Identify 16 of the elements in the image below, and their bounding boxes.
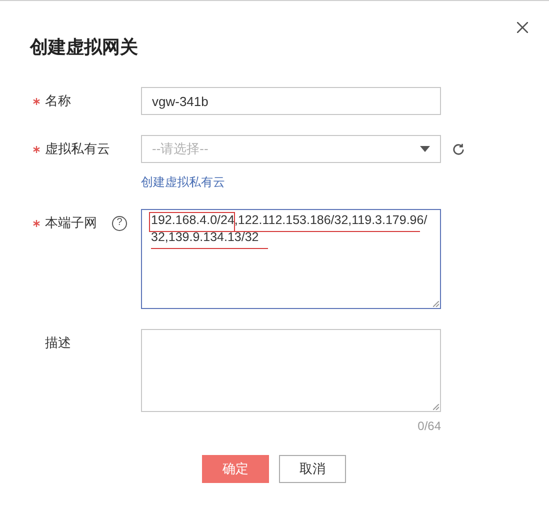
resize-handle-icon (433, 404, 439, 410)
refresh-icon[interactable] (452, 142, 465, 156)
create-vpc-link[interactable]: 创建虚拟私有云 (141, 173, 225, 191)
field-label: 虚拟私有云 (45, 140, 110, 158)
field-label: 本端子网 (45, 214, 97, 232)
help-icon[interactable]: ? (112, 216, 127, 230)
name-field[interactable]: vgw-341b (141, 87, 441, 115)
character-counter: 0/64 (416, 418, 441, 435)
dropdown-caret-icon (420, 146, 430, 152)
field-label: 名称 (45, 92, 71, 110)
cancel-button[interactable]: 取消 (279, 455, 346, 483)
field-label: 描述 (45, 334, 71, 352)
resize-handle-icon (433, 301, 439, 307)
dialog-title: 创建虚拟网关 (30, 36, 139, 59)
close-icon[interactable] (517, 22, 528, 33)
description-field[interactable] (141, 329, 441, 412)
